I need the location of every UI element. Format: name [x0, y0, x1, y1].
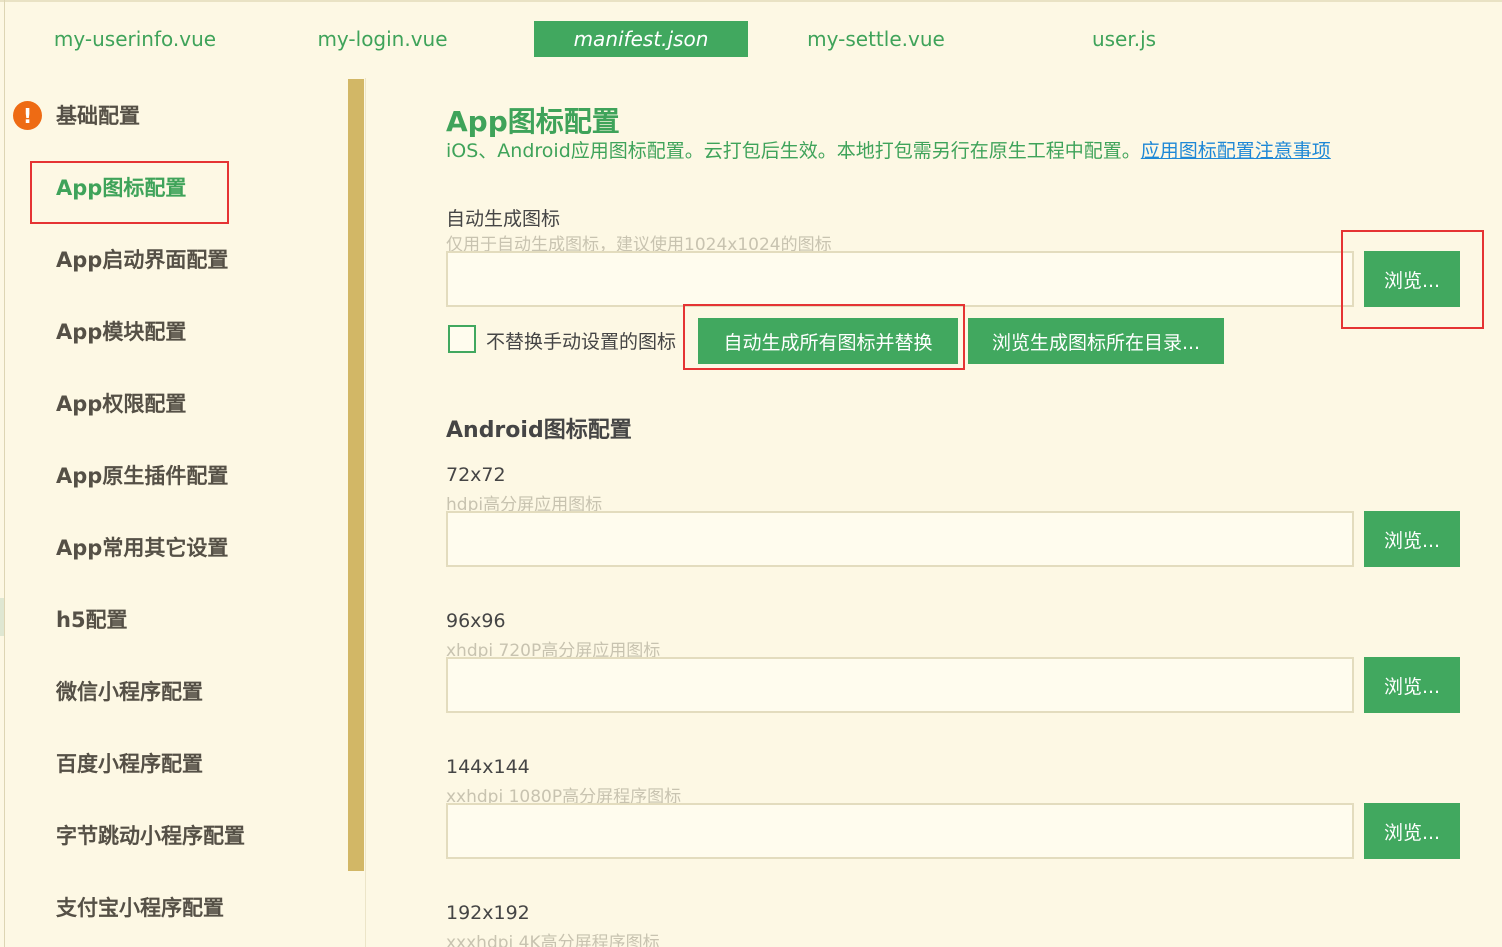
sidebar-item-app-icon[interactable]: App图标配置 [56, 172, 186, 202]
tab-my-login[interactable]: my-login.vue [290, 21, 475, 57]
icon-192-hint: xxxhdpi 4K高分屏程序图标 [446, 933, 660, 947]
auto-generate-browse-button[interactable]: 浏览... [1364, 251, 1460, 307]
sidebar-item-app-splash[interactable]: App启动界面配置 [56, 244, 228, 274]
icon-72-label: 72x72 [446, 464, 506, 486]
tab-manifest-json[interactable]: manifest.json [534, 21, 748, 57]
sidebar-item-alipay-mp[interactable]: 支付宝小程序配置 [56, 892, 224, 922]
warning-icon: ! [13, 101, 42, 130]
window-left-border [4, 0, 5, 947]
icon-144-browse-button[interactable]: 浏览... [1364, 803, 1460, 859]
editor-window: my-userinfo.vue my-login.vue manifest.js… [0, 0, 1502, 947]
auto-generate-path-input[interactable] [446, 251, 1354, 307]
open-icon-dir-button[interactable]: 浏览生成图标所在目录... [968, 318, 1224, 364]
page-description: iOS、Android应用图标配置。云打包后生效。本地打包需另行在原生工程中配置… [446, 136, 1331, 163]
keep-manual-icons-label: 不替换手动设置的图标 [486, 331, 677, 353]
tab-bar: my-userinfo.vue my-login.vue manifest.js… [0, 0, 1502, 62]
icon-96-browse-button[interactable]: 浏览... [1364, 657, 1460, 713]
icon-96-path-input[interactable] [446, 657, 1354, 713]
icon-72-path-input[interactable] [446, 511, 1354, 567]
icon-144-path-input[interactable] [446, 803, 1354, 859]
auto-generate-label: 自动生成图标 [446, 208, 561, 230]
sidebar-item-h5[interactable]: h5配置 [56, 604, 128, 634]
sidebar-item-bytedance-mp[interactable]: 字节跳动小程序配置 [56, 820, 245, 850]
icon-144-label: 144x144 [446, 756, 530, 778]
tab-user-js[interactable]: user.js [1074, 21, 1174, 57]
sidebar-item-app-native-plugins[interactable]: App原生插件配置 [56, 460, 228, 490]
icon-96-label: 96x96 [446, 610, 506, 632]
icon-72-browse-button[interactable]: 浏览... [1364, 511, 1460, 567]
sidebar-item-baidu-mp[interactable]: 百度小程序配置 [56, 748, 203, 778]
sidebar-edge-marker [0, 598, 4, 636]
keep-manual-icons-checkbox[interactable] [448, 325, 476, 353]
description-text: iOS、Android应用图标配置。云打包后生效。本地打包需另行在原生工程中配置… [446, 140, 1141, 162]
sidebar-scrollbar-thumb[interactable] [348, 79, 364, 871]
tab-my-settle[interactable]: my-settle.vue [790, 21, 962, 57]
sidebar-item-app-permissions[interactable]: App权限配置 [56, 388, 186, 418]
icon-config-notes-link[interactable]: 应用图标配置注意事项 [1141, 140, 1331, 162]
sidebar-item-basic[interactable]: 基础配置 [56, 100, 140, 130]
sidebar-item-app-modules[interactable]: App模块配置 [56, 316, 186, 346]
icon-192-label: 192x192 [446, 902, 530, 924]
android-icon-section-title: Android图标配置 [446, 418, 632, 443]
sidebar-item-wechat-mp[interactable]: 微信小程序配置 [56, 676, 203, 706]
tab-my-userinfo[interactable]: my-userinfo.vue [40, 21, 230, 57]
page-title: App图标配置 [446, 105, 620, 138]
generate-all-icons-button[interactable]: 自动生成所有图标并替换 [698, 318, 958, 364]
sidebar-item-app-other-settings[interactable]: App常用其它设置 [56, 532, 228, 562]
